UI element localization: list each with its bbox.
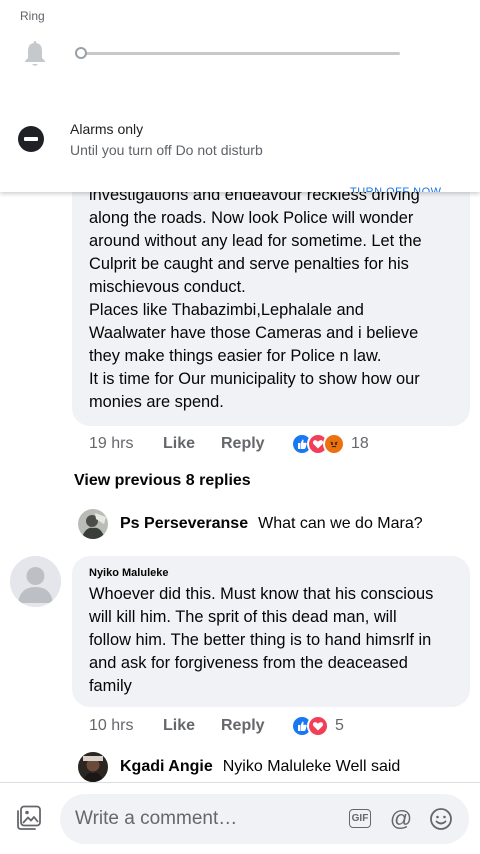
comment-actions: 19 hrs Like Reply 18 <box>89 433 369 455</box>
reactions-summary[interactable]: 5 <box>291 715 344 737</box>
angry-reaction-icon <box>323 433 345 455</box>
dnd-subtitle: Until you turn off Do not disturb <box>70 142 263 158</box>
dnd-title[interactable]: Alarms only <box>70 121 143 137</box>
ring-volume-slider-thumb[interactable] <box>75 47 87 59</box>
love-reaction-icon <box>307 715 329 737</box>
reply-author[interactable]: Kgadi Angie <box>120 758 213 776</box>
ring-label: Ring <box>20 9 45 23</box>
comment-input[interactable]: Write a comment… GIF @ <box>60 794 469 844</box>
like-button[interactable]: Like <box>163 717 221 735</box>
dnd-icon[interactable] <box>18 126 44 152</box>
reply-item[interactable]: Ps Perseveranse What can we do Mara? <box>78 509 423 539</box>
reply-item[interactable]: Kgadi Angie Nyiko Maluleke Well said <box>78 752 400 782</box>
reply-text: Nyiko Maluleke Well said <box>222 758 401 775</box>
avatar[interactable] <box>78 752 108 782</box>
gif-icon[interactable]: GIF <box>349 809 371 828</box>
comment-bubble[interactable]: Nyiko Maluleke Whoever did this. Must kn… <box>72 556 470 707</box>
comment-placeholder: Write a comment… <box>75 808 238 829</box>
comment-time: 10 hrs <box>89 717 134 734</box>
volume-panel: Ring Alarms only Until you turn off Do n… <box>0 0 480 192</box>
photo-icon[interactable] <box>16 805 42 831</box>
reply-button[interactable]: Reply <box>221 717 291 735</box>
reaction-count: 18 <box>351 435 369 452</box>
comment-actions: 10 hrs Like Reply 5 <box>89 715 344 737</box>
emoji-icon[interactable] <box>429 807 453 831</box>
reaction-count: 5 <box>335 717 344 734</box>
avatar[interactable] <box>78 509 108 539</box>
view-previous-replies-link[interactable]: View previous 8 replies <box>74 472 251 490</box>
ring-volume-slider[interactable] <box>80 52 400 55</box>
comment-time: 19 hrs <box>89 435 134 452</box>
comment-author[interactable]: Nyiko Maluleke <box>89 567 168 579</box>
comment-text: investigations and endeavour reckless dr… <box>89 186 422 411</box>
at-icon[interactable]: @ <box>388 806 414 832</box>
like-button[interactable]: Like <box>163 435 221 453</box>
bell-icon[interactable] <box>22 40 48 68</box>
turn-off-now-button[interactable]: TURN OFF NOW <box>350 186 442 192</box>
reply-button[interactable]: Reply <box>221 435 291 453</box>
reply-author[interactable]: Ps Perseveranse <box>120 515 248 533</box>
comment-text: Whoever did this. Must know that his con… <box>89 585 434 695</box>
reactions-summary[interactable]: 18 <box>291 433 369 455</box>
avatar[interactable] <box>10 556 61 607</box>
reply-text: What can we do Mara? <box>258 515 423 532</box>
